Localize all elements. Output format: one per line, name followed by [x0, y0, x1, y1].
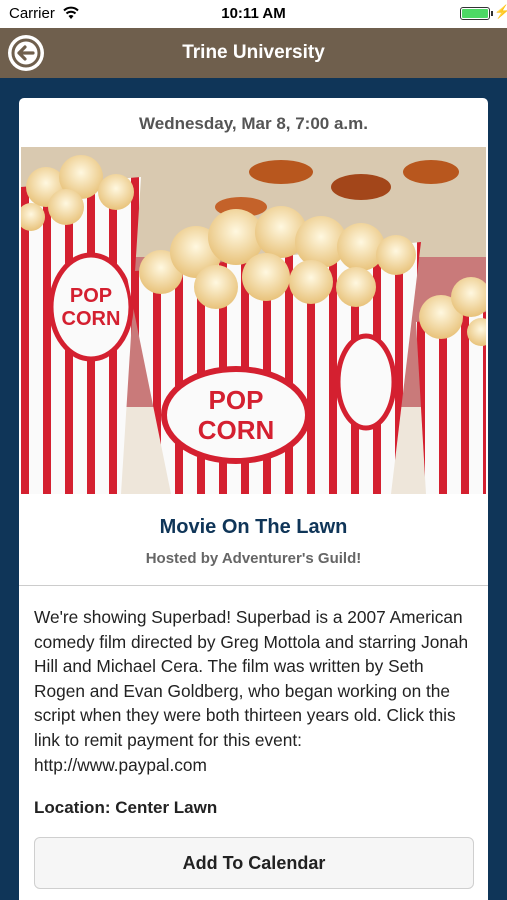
status-bar: Carrier 10:11 AM ⚡ [0, 0, 507, 28]
event-description: We're showing Superbad! Superbad is a 20… [34, 607, 469, 775]
add-to-calendar-button[interactable]: Add To Calendar [34, 837, 474, 889]
event-location: Location: Center Lawn [34, 798, 218, 817]
event-image: POP CORN POP CORN [21, 147, 486, 494]
battery-icon [460, 7, 490, 20]
event-title: Movie On The Lawn [159, 516, 348, 538]
status-time: 10:11 AM [221, 5, 286, 22]
event-date: Wednesday, Mar 8, 7:00 a.m. [139, 114, 368, 133]
center-box-pop: POP [209, 385, 264, 415]
divider [19, 585, 488, 586]
center-box-corn: CORN [198, 415, 275, 445]
nav-title: Trine University [182, 42, 325, 63]
event-host: Hosted by Adventurer's Guild! [145, 550, 362, 567]
left-box-corn: CORN [62, 308, 121, 330]
left-box-pop: POP [70, 285, 112, 307]
charging-bolt-icon: ⚡ [494, 4, 507, 19]
battery-tip [491, 11, 493, 16]
nav-bar: Trine University [0, 28, 507, 78]
event-card: Wednesday, Mar 8, 7:00 a.m. POP CORN POP… [19, 98, 488, 900]
